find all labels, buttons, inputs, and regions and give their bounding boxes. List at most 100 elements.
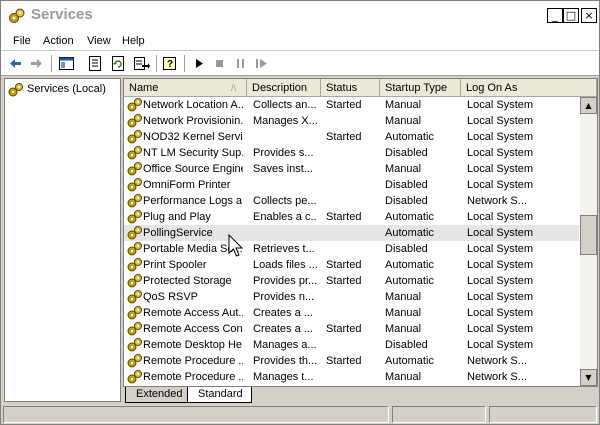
- cell-name: Remote Procedure ...: [143, 371, 243, 383]
- status-segment: [489, 406, 597, 423]
- column-header-label: Startup Type: [385, 82, 448, 94]
- tab-extended[interactable]: Extended: [125, 387, 191, 403]
- menu-help[interactable]: Help: [122, 35, 145, 47]
- table-row[interactable]: Print Spooler Loads files ... Started Autom…: [124, 257, 579, 273]
- column-header-status[interactable]: Status: [321, 79, 380, 97]
- column-header-label: Status: [326, 82, 358, 94]
- table-row[interactable]: Remote Desktop He... Manages a... Disabled…: [124, 337, 579, 353]
- stop-service-icon[interactable]: [211, 55, 228, 72]
- cell-startup-type: Disabled: [385, 339, 428, 351]
- column-header-startup-type[interactable]: Startup Type: [380, 79, 461, 97]
- cell-description: Collects pe...: [253, 195, 317, 207]
- table-row[interactable]: Portable Media Ser... Retrieves t... Disab…: [124, 241, 579, 257]
- table-row[interactable]: Remote Procedure ... Manages t... Manual Ne…: [124, 369, 579, 385]
- cell-name: Remote Access Aut...: [143, 307, 243, 319]
- cell-log-on-as: Local System: [467, 339, 534, 351]
- cell-name: NT LM Security Sup...: [143, 147, 243, 159]
- service-gear-icon: [127, 273, 143, 289]
- view-tabs: Extended Standard: [123, 387, 598, 403]
- scroll-up-button[interactable]: ▲: [580, 97, 597, 114]
- export-list-icon[interactable]: [133, 55, 150, 72]
- status-segment: [3, 406, 389, 423]
- table-row[interactable]: Performance Logs a... Collects pe... Disab…: [124, 193, 579, 209]
- properties-icon[interactable]: [87, 55, 104, 72]
- table-row[interactable]: Office Source Engine Saves inst... Manual L…: [124, 161, 579, 177]
- column-header-name[interactable]: Name /\: [124, 79, 247, 97]
- pause-service-icon[interactable]: [232, 55, 249, 72]
- cell-log-on-as: Local System: [467, 99, 534, 111]
- table-row[interactable]: Plug and Play Enables a c... Started Automa…: [124, 209, 579, 225]
- service-gear-icon: [127, 289, 143, 305]
- table-row[interactable]: PollingService Automatic Local System: [124, 225, 579, 241]
- start-service-icon[interactable]: [191, 55, 208, 72]
- table-row[interactable]: Network Provisionin... Manages X... Manual…: [124, 113, 579, 129]
- console-tree[interactable]: Services (Local): [4, 78, 121, 402]
- close-button[interactable]: ×: [581, 8, 597, 23]
- cell-log-on-as: Local System: [467, 275, 534, 287]
- forward-arrow-icon[interactable]: [28, 55, 45, 72]
- cell-name: Network Location A...: [143, 99, 243, 111]
- table-row[interactable]: Network Location A... Collects an... Start…: [124, 97, 579, 113]
- column-header-label: Description: [252, 82, 308, 94]
- cell-log-on-as: Local System: [467, 243, 534, 255]
- service-gear-icon: [127, 97, 143, 113]
- minimize-button[interactable]: _: [547, 8, 563, 23]
- cell-description: Creates a ...: [253, 323, 313, 335]
- mouse-pointer-icon: [228, 233, 244, 260]
- service-gear-icon: [127, 353, 143, 369]
- scroll-down-button[interactable]: ▼: [580, 369, 597, 386]
- refresh-icon[interactable]: [110, 55, 127, 72]
- service-gear-icon: [127, 145, 143, 161]
- service-gear-icon: [127, 209, 143, 225]
- column-header-log-on-as[interactable]: Log On As: [461, 79, 597, 97]
- services-list[interactable]: Name /\ Description Status Startup Type …: [123, 78, 598, 387]
- table-row[interactable]: NT LM Security Sup... Provides s... Disabl…: [124, 145, 579, 161]
- service-gear-icon: [127, 305, 143, 321]
- cell-log-on-as: Local System: [467, 259, 534, 271]
- title-bar[interactable]: Services _ □ ×: [1, 1, 599, 31]
- cell-startup-type: Automatic: [385, 355, 434, 367]
- table-row[interactable]: Remote Access Con... Creates a ... Started…: [124, 321, 579, 337]
- cell-status: Started: [326, 323, 362, 335]
- restart-service-icon[interactable]: [253, 55, 270, 72]
- column-header-description[interactable]: Description: [247, 79, 321, 97]
- services-gear-icon: [8, 82, 24, 98]
- toolbar-separator: [156, 55, 158, 72]
- table-row[interactable]: OmniForm Printer Disabled Local System: [124, 177, 579, 193]
- service-gear-icon: [127, 225, 143, 241]
- cell-status: Started: [326, 355, 362, 367]
- cell-startup-type: Manual: [385, 163, 422, 175]
- cell-startup-type: Disabled: [385, 243, 428, 255]
- menu-action[interactable]: Action: [43, 35, 74, 47]
- cell-status: Started: [326, 259, 362, 271]
- show-hide-console-tree-icon[interactable]: [58, 55, 75, 72]
- cell-startup-type: Automatic: [385, 275, 434, 287]
- scroll-thumb[interactable]: [580, 215, 597, 255]
- vertical-scrollbar[interactable]: ▲ ▼: [580, 97, 597, 386]
- cell-name: Office Source Engine: [143, 163, 243, 175]
- back-arrow-icon[interactable]: [7, 55, 24, 72]
- table-row[interactable]: NOD32 Kernel Service Started Automatic Loca…: [124, 129, 579, 145]
- cell-description: Provides pr...: [253, 275, 317, 287]
- table-row[interactable]: Remote Procedure ... Provides th... Starte…: [124, 353, 579, 369]
- cell-name: Network Provisionin...: [143, 115, 243, 127]
- cell-log-on-as: Local System: [467, 131, 534, 143]
- cell-name: OmniForm Printer: [143, 179, 231, 191]
- cell-name: Performance Logs a...: [143, 195, 243, 207]
- table-row[interactable]: QoS RSVP Provides n... Manual Local System: [124, 289, 579, 305]
- service-gear-icon: [127, 113, 143, 129]
- tree-node-label: Services (Local): [27, 83, 106, 95]
- service-gear-icon: [127, 193, 143, 209]
- cell-name: NOD32 Kernel Service: [143, 131, 243, 143]
- table-row[interactable]: Protected Storage Provides pr... Started Au…: [124, 273, 579, 289]
- maximize-button[interactable]: □: [563, 8, 579, 23]
- cell-log-on-as: Local System: [467, 147, 534, 159]
- menu-view[interactable]: View: [87, 35, 111, 47]
- help-icon[interactable]: ?: [162, 55, 179, 72]
- table-row[interactable]: Remote Access Aut... Creates a ... Manual L…: [124, 305, 579, 321]
- cell-description: Retrieves t...: [253, 243, 315, 255]
- menu-file[interactable]: File: [13, 35, 31, 47]
- cell-startup-type: Automatic: [385, 227, 434, 239]
- column-header-label: Name: [129, 82, 159, 94]
- tab-standard[interactable]: Standard: [187, 387, 252, 403]
